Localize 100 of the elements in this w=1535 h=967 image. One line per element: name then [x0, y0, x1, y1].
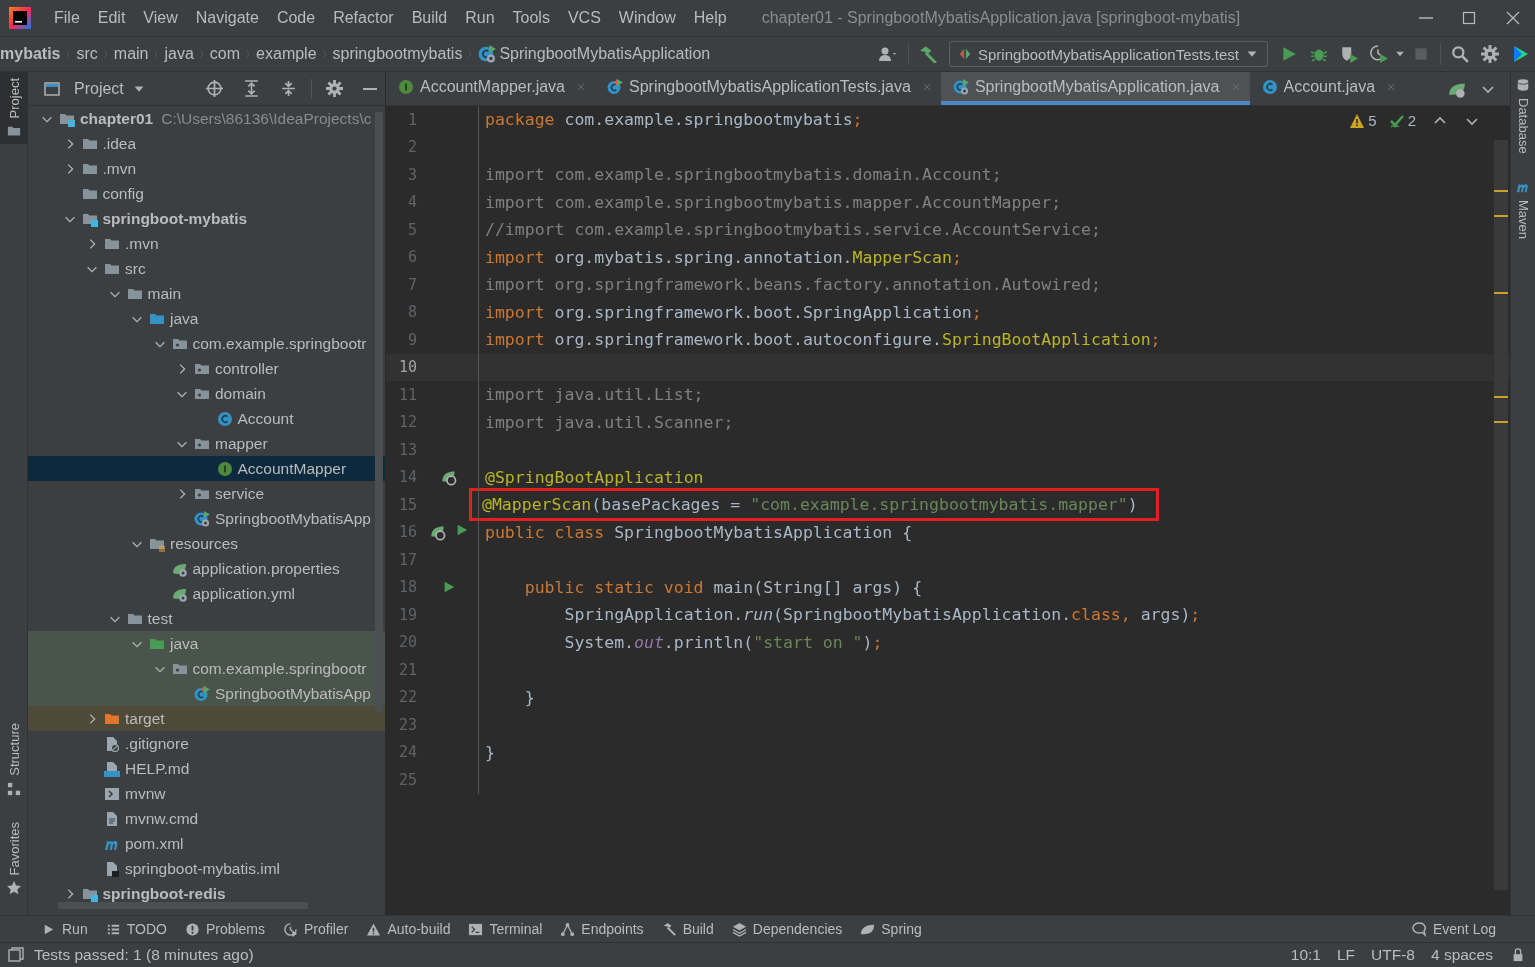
tree-item[interactable]: domain: [28, 381, 385, 406]
app-logo: [9, 7, 31, 29]
bean-icon: [429, 523, 447, 542]
tool-window-tab[interactable]: Structure: [0, 716, 28, 802]
run-icon: [455, 523, 469, 538]
line-number: 12: [397, 413, 417, 432]
tool-window-tab[interactable]: Maven: [1511, 173, 1535, 245]
tree-item[interactable]: controller: [28, 356, 385, 381]
menu-item[interactable]: Navigate: [186, 9, 268, 27]
test-class-icon: [194, 685, 210, 702]
tool-window-tab[interactable]: Favorites: [0, 815, 28, 901]
view-dropdown[interactable]: Project: [68, 78, 152, 99]
breadcrumb[interactable]: src: [74, 45, 100, 63]
tree-item[interactable]: src: [28, 256, 385, 281]
tree-item[interactable]: springboot-mybatis.iml: [28, 856, 385, 881]
close-icon: [1505, 10, 1521, 26]
breadcrumb[interactable]: example: [254, 45, 319, 63]
tree-item[interactable]: .mvn: [28, 156, 385, 181]
menu-item[interactable]: VCS: [558, 9, 610, 27]
menu-item[interactable]: Code: [267, 9, 325, 27]
scrollbar[interactable]: [58, 902, 308, 909]
breadcrumb[interactable]: com: [207, 45, 243, 63]
tool-window-button[interactable]: Endpoints: [551, 921, 653, 937]
tree-item[interactable]: java: [28, 631, 385, 656]
line-separator[interactable]: LF: [1328, 946, 1364, 964]
breadcrumb[interactable]: springbootmybatis: [330, 45, 465, 63]
editor-tab[interactable]: SpringbootMybatisApplicationTests.java: [595, 72, 941, 105]
settings-icon: [326, 80, 343, 97]
tool-window-button[interactable]: Dependencies: [722, 921, 852, 937]
menu-item[interactable]: Edit: [88, 9, 135, 27]
tool-window-button[interactable]: Auto-build: [357, 921, 460, 937]
tree-item[interactable]: Account: [28, 406, 385, 431]
tool-window-button[interactable]: Problems: [175, 921, 275, 937]
menu-item[interactable]: View: [134, 9, 187, 27]
tree-item-label: java: [170, 309, 199, 328]
warning-count[interactable]: 5: [1368, 112, 1377, 129]
minimize-icon: [363, 87, 377, 90]
tool-window-tab[interactable]: Database: [1511, 72, 1535, 160]
menu-item[interactable]: Tools: [503, 9, 559, 27]
maximize-icon: [1461, 10, 1477, 26]
code-line: }: [485, 742, 495, 762]
tool-window-button[interactable]: Profiler: [274, 921, 358, 937]
tree-item[interactable]: resources: [28, 531, 385, 556]
tree-item[interactable]: springboot-mybatis: [28, 206, 385, 231]
line-number: 11: [397, 385, 417, 404]
tree-item[interactable]: com.example.springbootr: [28, 331, 385, 356]
tool-window-button[interactable]: TODO: [96, 921, 176, 937]
editor-tab[interactable]: AccountMapper.java: [386, 72, 595, 105]
breadcrumb[interactable]: main: [111, 45, 151, 63]
tree-item[interactable]: java: [28, 306, 385, 331]
tool-window-button[interactable]: Build: [652, 921, 723, 937]
tree-item[interactable]: target: [28, 706, 385, 731]
indent-setting[interactable]: 4 spaces: [1422, 946, 1501, 964]
tool-window-button[interactable]: Terminal: [459, 921, 552, 937]
tool-window-tab[interactable]: Project: [0, 72, 28, 145]
scrollbar[interactable]: [375, 112, 383, 712]
tree-item[interactable]: mvnw.cmd: [28, 806, 385, 831]
tool-window-button[interactable]: Run: [32, 921, 97, 937]
tree-item[interactable]: test: [28, 606, 385, 631]
breadcrumb[interactable]: mybatis: [0, 45, 63, 63]
menu-item[interactable]: Build: [402, 9, 457, 27]
tree-item[interactable]: service: [28, 481, 385, 506]
caret-position[interactable]: 10:1: [1282, 946, 1329, 964]
layers-icon: [731, 921, 747, 937]
breadcrumb[interactable]: java: [162, 45, 196, 63]
event-log-button[interactable]: Event Log: [1401, 921, 1505, 937]
tree-item[interactable]: AccountMapper: [28, 456, 385, 481]
file-encoding[interactable]: UTF-8: [1363, 946, 1423, 964]
editor-tab[interactable]: Account.java: [1249, 72, 1406, 105]
menu-item[interactable]: Window: [609, 9, 685, 27]
tree-item[interactable]: .gitignore: [28, 731, 385, 756]
tree-item[interactable]: mvnw: [28, 781, 385, 806]
tree-item[interactable]: main: [28, 281, 385, 306]
scrollbar[interactable]: [1494, 140, 1508, 890]
tree-item[interactable]: pom.xml: [28, 831, 385, 856]
tree-item-label: controller: [215, 359, 279, 378]
tree-item[interactable]: com.example.springbootr: [28, 656, 385, 681]
tree-item[interactable]: HELP.md: [28, 756, 385, 781]
tree-item[interactable]: config: [28, 181, 385, 206]
tree-item[interactable]: springboot-redis: [28, 881, 385, 906]
run-configuration-dropdown[interactable]: SpringbootMybatisApplicationTests.test: [949, 41, 1268, 67]
tree-item[interactable]: .mvn: [28, 231, 385, 256]
weak-warning-count[interactable]: 2: [1407, 112, 1416, 129]
breadcrumb[interactable]: SpringbootMybatisApplication: [476, 45, 713, 63]
tree-item[interactable]: mapper: [28, 431, 385, 456]
tree-item[interactable]: application.yml: [28, 581, 385, 606]
menu-item[interactable]: Run: [456, 9, 504, 27]
menu-item[interactable]: File: [45, 9, 89, 27]
tree-item[interactable]: SpringbootMybatisApp: [28, 506, 385, 531]
editor-tab[interactable]: SpringbootMybatisApplication.java: [940, 72, 1250, 105]
class-icon: [1261, 78, 1278, 95]
menu-item[interactable]: Help: [684, 9, 736, 27]
user-icon: [878, 46, 898, 62]
tree-item[interactable]: chapter01 C:\Users\86136\IdeaProjects\c: [28, 106, 385, 131]
tree-item[interactable]: application.properties: [28, 556, 385, 581]
tree-item[interactable]: SpringbootMybatisApp: [28, 681, 385, 706]
tree-item[interactable]: .idea: [28, 131, 385, 156]
line-number: 24: [397, 743, 417, 762]
tool-window-button[interactable]: Spring: [851, 921, 931, 937]
menu-item[interactable]: Refactor: [324, 9, 403, 27]
